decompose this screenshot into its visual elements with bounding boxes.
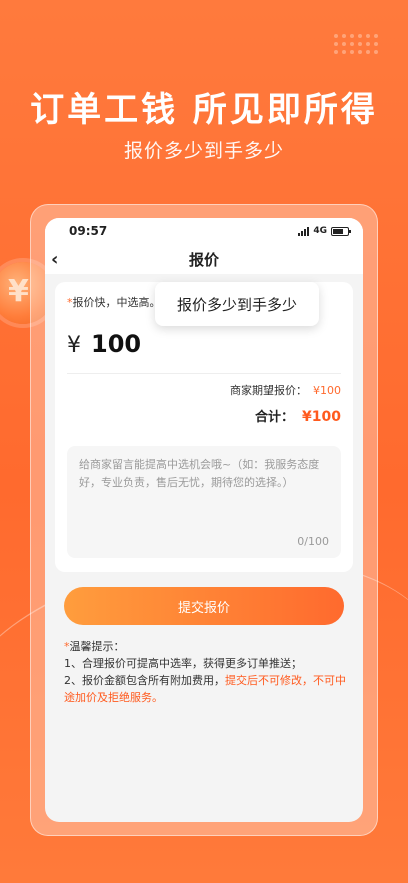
expected-price: 商家期望报价： ¥100: [230, 382, 341, 398]
page-title: 报价: [188, 250, 219, 269]
quote-hint: *报价快，中选高。: [67, 294, 161, 310]
status-time: 09:57: [69, 224, 108, 238]
network-label: 4G: [313, 226, 327, 236]
currency-symbol: ¥: [67, 333, 81, 358]
tips-line-1: 1、合理报价可提高中选率，获得更多订单推送；: [64, 657, 302, 670]
total-label: 合计：: [255, 410, 295, 425]
expected-price-value: ¥100: [313, 384, 341, 397]
note-placeholder: 给商家留言能提高中选机会哦~（如：我服务态度好，专业负责，售后无忧，期待您的选择…: [79, 458, 320, 489]
signal-icon: [298, 226, 310, 236]
expected-price-label: 商家期望报价：: [230, 384, 307, 397]
quote-tooltip: 报价多少到手多少: [155, 282, 319, 326]
quote-card: *报价快，中选高。 报价多少到手多少 ¥ 商家期望报价： ¥100 合计： ¥100…: [55, 282, 353, 572]
chevron-left-icon[interactable]: ‹: [51, 249, 58, 270]
tips-section: *温馨提示： 1、合理报价可提高中选率，获得更多订单推送； 2、报价金额包含所有…: [64, 638, 348, 706]
note-textarea[interactable]: 给商家留言能提高中选机会哦~（如：我服务态度好，专业负责，售后无忧，期待您的选择…: [67, 446, 341, 558]
price-input[interactable]: [91, 330, 241, 358]
battery-icon: [331, 226, 351, 236]
price-row: ¥: [67, 330, 241, 358]
decorative-dots: [334, 34, 378, 54]
note-char-count: 0/100: [297, 535, 329, 548]
status-icons: 4G: [298, 226, 351, 236]
tips-line-2: 2、报价金额包含所有附加费用，提交后不可修改，不可中途加价及拒绝服务。: [64, 672, 348, 706]
promo-subline: 报价多少到手多少: [123, 140, 284, 162]
total-price: 合计： ¥100: [255, 406, 341, 425]
status-bar: 09:57 4G: [45, 218, 363, 244]
quote-hint-text: 报价快，中选高。: [72, 296, 161, 309]
phone-screen: 09:57 4G ‹ 报价 *报价快，中选高。 报价多少到手多少 ¥ 商家期望报…: [45, 218, 363, 822]
tips-line-2-prefix: 2、报价金额包含所有附加费用，: [64, 674, 225, 687]
price-divider: [67, 373, 341, 374]
nav-bar: ‹ 报价: [45, 244, 363, 274]
total-value: ¥100: [302, 409, 341, 425]
promo-headline: 订单工钱 所见即所得: [30, 90, 378, 130]
submit-quote-button[interactable]: 提交报价: [64, 587, 344, 625]
tips-title: 温馨提示：: [69, 640, 125, 653]
tips-title-row: *温馨提示：: [64, 638, 348, 655]
